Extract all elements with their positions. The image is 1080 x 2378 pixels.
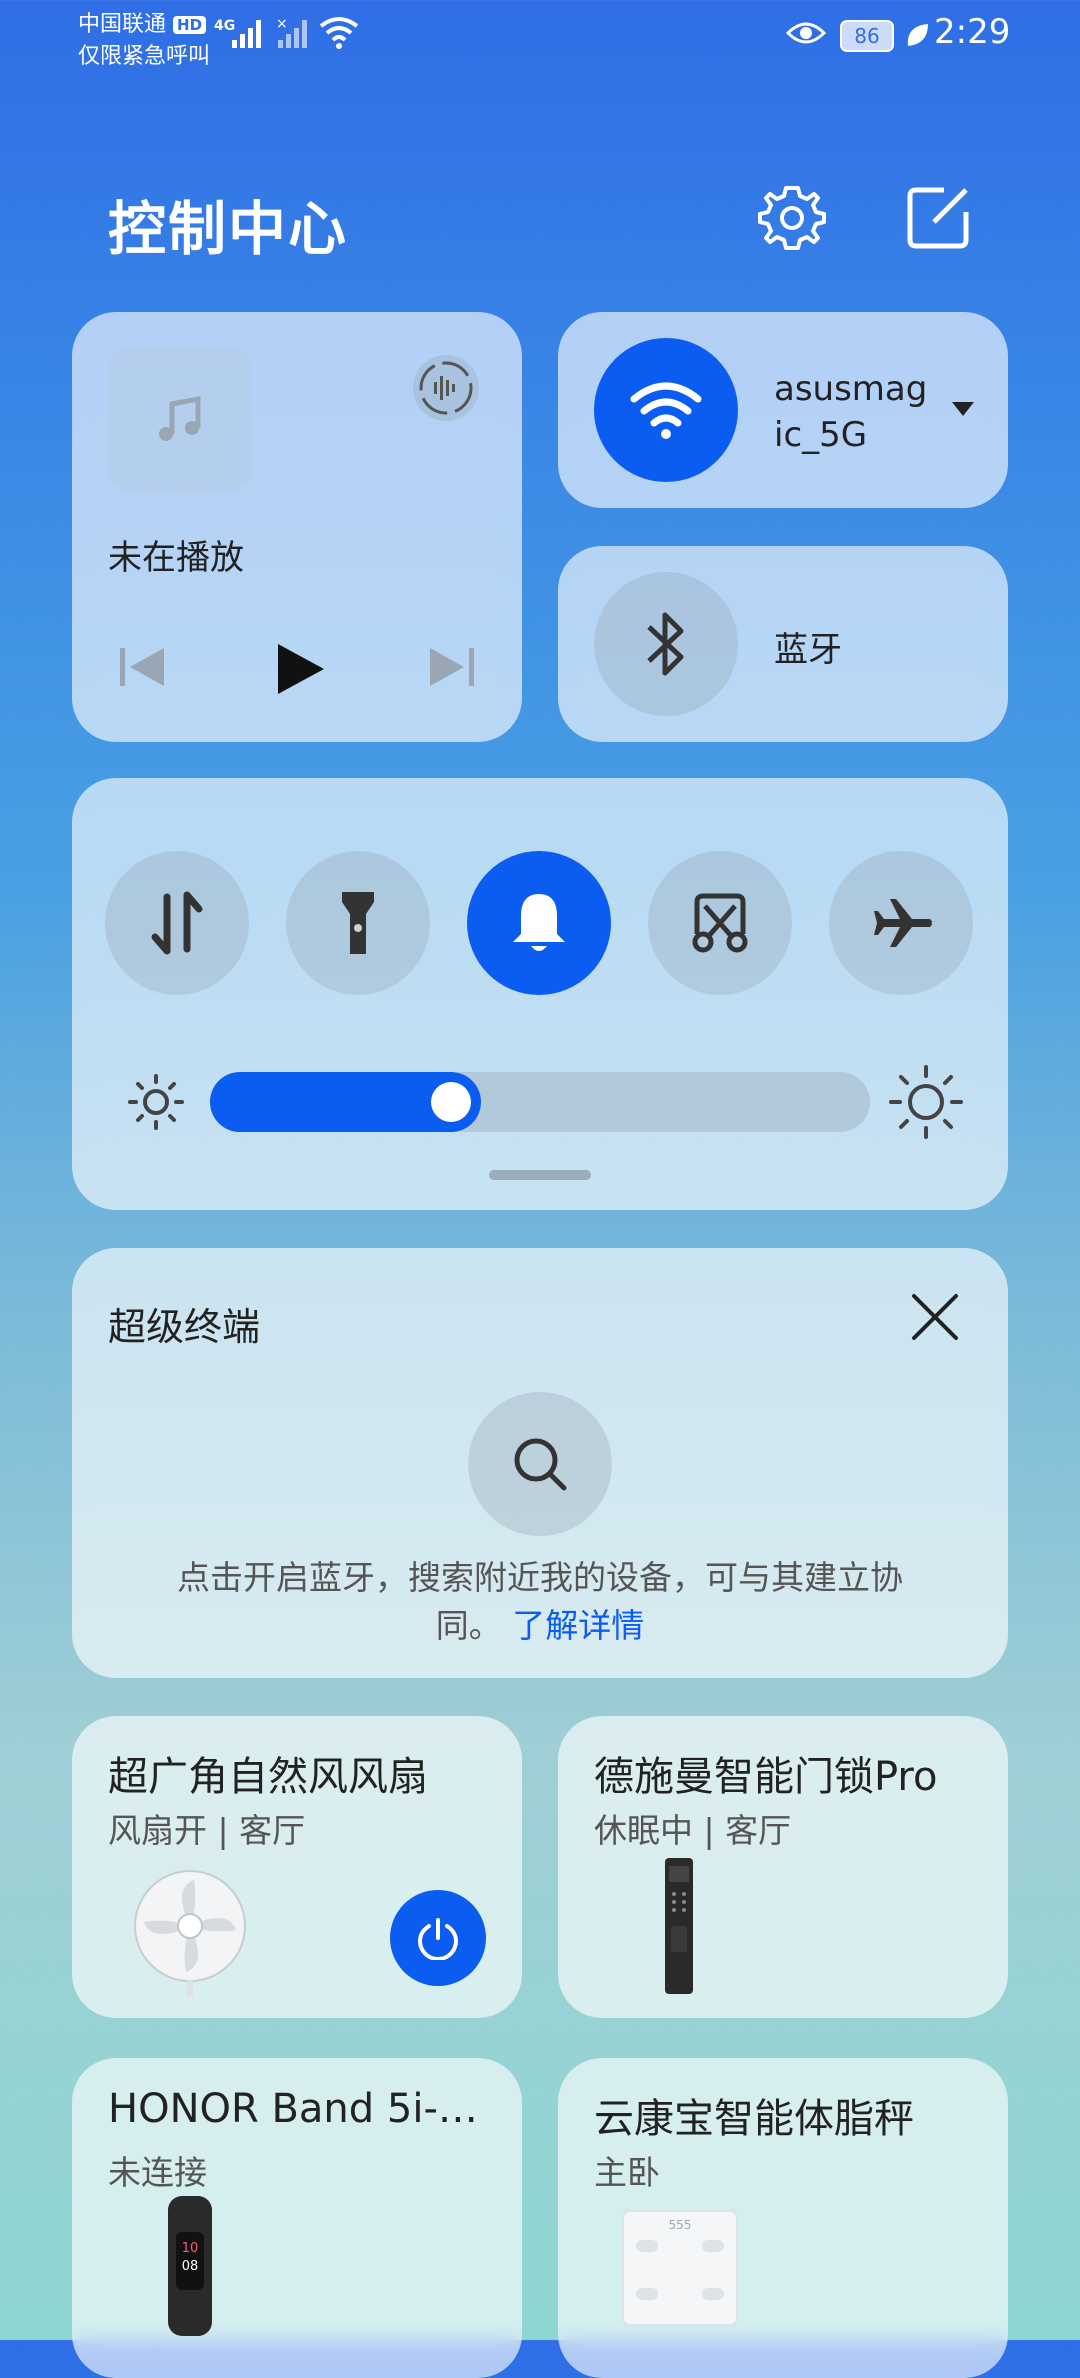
device-status: 风扇开 | 客厅 [108,1811,306,1850]
device-status: 休眠中 | 客厅 [594,1811,792,1850]
eye-comfort-icon [786,22,826,44]
band-minute: 08 [181,2259,199,2274]
door-lock-device-image [665,1858,693,1994]
emergency-only-label: 仅限紧急呼叫 [78,44,211,69]
scale-display: 555 [668,2218,692,2232]
wifi-icon [630,382,702,439]
scale-electrode [702,2288,724,2300]
scale-electrode [636,2240,658,2252]
scale-electrode [702,2240,724,2252]
mobile-data-icon [151,891,203,955]
band-hour: 10 [181,2241,199,2256]
album-art [108,348,252,492]
description-line2: 同。 了解详情 [72,1602,1008,1650]
brightness-thumb[interactable] [431,1082,471,1122]
power-icon [417,1918,459,1960]
mobile-data-toggle[interactable] [105,851,249,995]
band-screen: 10 08 [176,2232,204,2290]
device-title: HONOR Band 5i-… [108,2086,478,2132]
band-device-image: 10 08 [168,2196,212,2336]
wifi-ssid-line1: asusmag [774,369,928,409]
device-card-band[interactable]: HONOR Band 5i-… 未连接 10 08 [72,2058,522,2378]
wifi-ssid-line2: ic_5G [774,415,868,455]
brightness-slider[interactable] [210,1072,870,1132]
svg-text:×: × [276,16,288,32]
airplane-icon [872,899,932,947]
quick-toggles-card [72,778,1008,1210]
audio-output-icon[interactable] [410,352,482,424]
device-card-fan[interactable]: 超广角自然风风扇 风扇开 | 客厅 [72,1716,522,2018]
carrier-label: 中国联通 HD [78,6,207,38]
carrier-name: 中国联通 [78,12,167,37]
description-line2-text: 同。 [435,1606,502,1645]
device-card-doorlock[interactable]: 德施曼智能门锁Pro 休眠中 | 客厅 [558,1716,1008,2018]
airplane-mode-toggle[interactable] [829,851,973,995]
device-card-scale[interactable]: 云康宝智能体脂秤 主卧 555 [558,2058,1008,2378]
clock: 2:29 [934,12,1011,52]
signal-2-nosim-icon: × [276,16,307,48]
device-status: 主卧 [594,2153,660,2192]
wifi-card[interactable]: asusmag ic_5G [558,312,1008,508]
bluetooth-toggle[interactable] [594,572,738,716]
bluetooth-label: 蓝牙 [774,630,842,670]
fan-power-button[interactable] [390,1890,486,1986]
brightness-high-icon [889,1065,963,1139]
wifi-status-icon [319,17,359,49]
page-title: 控制中心 [108,195,349,263]
sound-toggle[interactable] [467,851,611,995]
device-title: 云康宝智能体脂秤 [594,2096,914,2142]
device-status: 未连接 [108,2153,207,2192]
flashlight-toggle[interactable] [286,851,430,995]
wifi-dropdown-caret-icon[interactable] [950,400,976,418]
device-title: 德施曼智能门锁Pro [594,1754,938,1800]
scale-device-image: 555 [622,2210,738,2326]
media-status: 未在播放 [108,538,244,578]
signal-icon [232,20,261,48]
brightness-low-icon [128,1074,184,1130]
screenshot-scissors-icon [692,893,748,953]
fan-device-image [134,1870,246,1996]
previous-track-icon[interactable] [118,646,168,688]
super-device-description: 点击开启蓝牙，搜索附近我的设备，可与其建立协 同。 了解详情 [72,1554,1008,1650]
play-icon[interactable] [274,642,328,696]
next-track-icon[interactable] [426,646,476,688]
bell-icon [513,894,565,951]
edit-icon[interactable] [904,184,972,252]
leaf-power-saving-icon [907,24,928,46]
settings-gear-icon[interactable] [758,184,826,252]
wifi-ssid: asusmag ic_5G [774,366,927,458]
close-icon[interactable] [910,1292,960,1342]
hd-badge: HD [173,16,207,34]
super-device-title: 超级终端 [108,1305,261,1349]
media-card[interactable]: 未在播放 [72,312,522,742]
battery-icon: 86 [840,20,894,52]
super-device-card: 超级终端 点击开启蓝牙，搜索附近我的设备，可与其建立协 同。 了解详情 [72,1248,1008,1678]
flashlight-icon [342,892,374,954]
screenshot-toggle[interactable] [648,851,792,995]
search-devices-button[interactable] [468,1392,612,1536]
learn-more-link[interactable]: 了解详情 [512,1606,644,1645]
bluetooth-icon [647,612,684,676]
wifi-toggle[interactable] [594,338,738,482]
description-line1: 点击开启蓝牙，搜索附近我的设备，可与其建立协 [177,1558,903,1597]
device-title: 超广角自然风风扇 [108,1754,428,1800]
scale-electrode [636,2288,658,2300]
music-note-icon [159,395,201,441]
expand-handle[interactable] [489,1170,591,1180]
bluetooth-card[interactable]: 蓝牙 [558,546,1008,742]
search-icon [514,1438,567,1491]
